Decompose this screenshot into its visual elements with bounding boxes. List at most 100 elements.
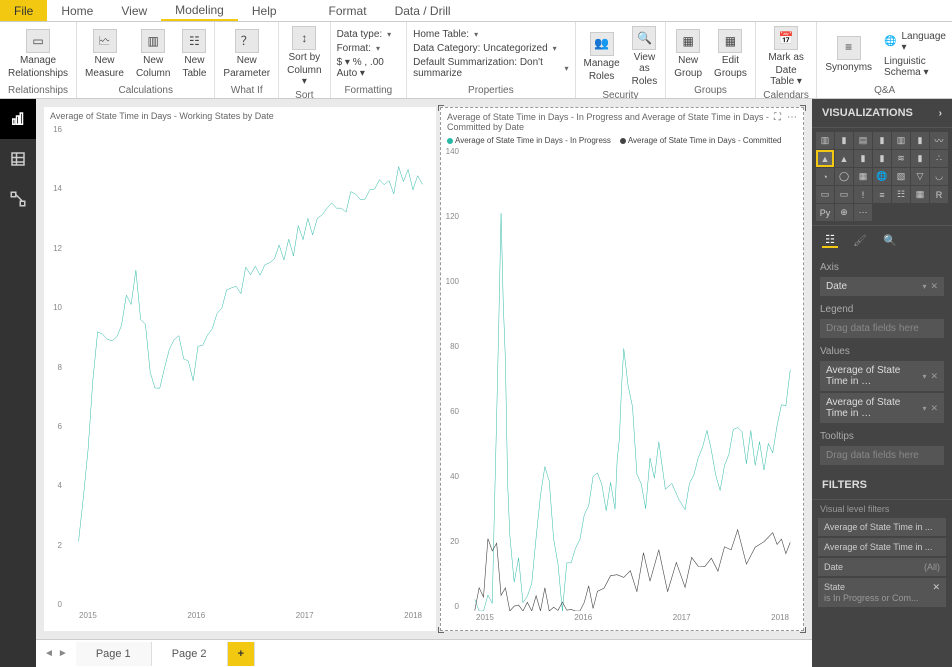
- viz-ribbon[interactable]: ≋: [892, 150, 910, 167]
- remove-icon[interactable]: ✕: [930, 403, 938, 413]
- chart-in-progress-committed[interactable]: Average of State Time in Days - In Progr…: [440, 107, 804, 631]
- new-column-button[interactable]: ▥NewColumn: [134, 27, 172, 81]
- viz-gauge[interactable]: ◡: [930, 168, 948, 185]
- menu-file[interactable]: File: [0, 0, 47, 21]
- viz-pie[interactable]: ◔: [816, 168, 834, 185]
- axis-field[interactable]: Date ▾✕: [820, 277, 944, 296]
- format-dropdown[interactable]: Format:: [337, 43, 401, 54]
- viz-scatter[interactable]: ∴: [930, 150, 948, 167]
- viz-stacked-column[interactable]: ▮: [835, 132, 853, 149]
- filter-item[interactable]: Date(All): [818, 558, 946, 576]
- data-type-dropdown[interactable]: Data type:: [337, 29, 401, 40]
- viz-clustered-bar[interactable]: ▤: [854, 132, 872, 149]
- viz-arcgis[interactable]: ⊕: [835, 204, 853, 221]
- nav-data[interactable]: [0, 139, 36, 179]
- analytics-tab-icon[interactable]: 🔍: [882, 232, 898, 248]
- viz-matrix[interactable]: ▦: [911, 186, 929, 203]
- remove-icon[interactable]: ✕: [930, 281, 938, 291]
- y-axis: 140120100806040200: [443, 147, 463, 611]
- remove-filter-icon[interactable]: ✕: [932, 582, 940, 593]
- menu-view[interactable]: View: [107, 0, 161, 21]
- viz-line-stacked[interactable]: ▮: [854, 150, 872, 167]
- synonyms-button[interactable]: ≡Synonyms: [823, 34, 874, 75]
- viz-python[interactable]: Py: [816, 204, 834, 221]
- values-field-1[interactable]: Average of State Time in … ▾✕: [820, 361, 944, 391]
- page-tab-2[interactable]: Page 2: [152, 642, 228, 666]
- format-tools[interactable]: $ ▾ % , .00 Auto ▾: [337, 57, 401, 79]
- menu-home[interactable]: Home: [47, 0, 107, 21]
- remove-icon[interactable]: ✕: [930, 371, 938, 381]
- viz-clustered-column[interactable]: ▮: [873, 132, 891, 149]
- new-table-button[interactable]: ☷NewTable: [180, 27, 208, 81]
- menu-modeling[interactable]: Modeling: [161, 0, 238, 21]
- viz-card[interactable]: ▭: [816, 186, 834, 203]
- viz-map[interactable]: 🌐: [873, 168, 891, 185]
- nav-report[interactable]: [0, 99, 36, 139]
- focus-mode-icon[interactable]: ⛶: [774, 112, 781, 132]
- chevron-down-icon[interactable]: ▾: [922, 404, 926, 413]
- viz-100-bar[interactable]: ▥: [892, 132, 910, 149]
- menu-data-drill[interactable]: Data / Drill: [381, 0, 465, 21]
- viz-slicer[interactable]: ≡: [873, 186, 891, 203]
- viz-waterfall[interactable]: ▮: [911, 150, 929, 167]
- chevron-down-icon[interactable]: ▾: [922, 282, 926, 291]
- viz-kpi[interactable]: !: [854, 186, 872, 203]
- new-measure-button[interactable]: 🗠NewMeasure: [83, 27, 126, 81]
- format-tab-icon[interactable]: 🖌: [852, 232, 868, 248]
- page-tabs: ◄ ► Page 1 Page 2 +: [36, 639, 812, 667]
- chart-working-states[interactable]: Average of State Time in Days - Working …: [44, 107, 436, 631]
- y-axis: 1614121086420: [46, 125, 66, 609]
- view-as-roles-button[interactable]: 🔍View asRoles: [630, 24, 660, 89]
- values-field-2[interactable]: Average of State Time in … ▾✕: [820, 393, 944, 423]
- data-category-dropdown[interactable]: Data Category: Uncategorized: [413, 43, 568, 54]
- viz-table[interactable]: ☷: [892, 186, 910, 203]
- resize-handle[interactable]: [800, 105, 806, 111]
- menu-help[interactable]: Help: [238, 0, 291, 21]
- parameter-icon: ？: [235, 29, 259, 53]
- more-options-icon[interactable]: ⋯: [787, 112, 797, 132]
- viz-multi-card[interactable]: ▭: [835, 186, 853, 203]
- home-table-dropdown[interactable]: Home Table:: [413, 29, 568, 40]
- chevron-down-icon[interactable]: ▾: [922, 372, 926, 381]
- values-label: Values: [820, 340, 944, 361]
- legend-well[interactable]: Drag data fields here: [820, 319, 944, 338]
- language-dropdown[interactable]: 🌐 Language ▾: [884, 31, 946, 53]
- default-summarization-dropdown[interactable]: Default Summarization: Don't summarize: [413, 57, 568, 79]
- sort-by-column-button[interactable]: ↕Sort byColumn ▾: [285, 24, 323, 89]
- new-group-button[interactable]: ▦NewGroup: [672, 27, 704, 81]
- mark-date-table-button[interactable]: 📅Mark asDate Table ▾: [762, 24, 811, 89]
- viz-stacked-bar[interactable]: ▥: [816, 132, 834, 149]
- linguistic-schema-dropdown[interactable]: Linguistic Schema ▾: [884, 56, 946, 78]
- page-tab-1[interactable]: Page 1: [76, 642, 152, 666]
- page-prev-icon[interactable]: ◄: [44, 648, 54, 659]
- viz-area[interactable]: ▲: [816, 150, 834, 167]
- fields-tab-icon[interactable]: ☷: [822, 232, 838, 248]
- viz-donut[interactable]: ◯: [835, 168, 853, 185]
- filter-item[interactable]: Average of State Time in ...: [818, 518, 946, 536]
- viz-line[interactable]: 〰: [930, 132, 948, 149]
- viz-r[interactable]: R: [930, 186, 948, 203]
- viz-funnel[interactable]: ▽: [911, 168, 929, 185]
- viz-100-column[interactable]: ▮: [911, 132, 929, 149]
- viz-line-clustered[interactable]: ▮: [873, 150, 891, 167]
- viz-stacked-area[interactable]: ▲: [835, 150, 853, 167]
- viz-treemap[interactable]: ▦: [854, 168, 872, 185]
- viz-pane-header[interactable]: VISUALIZATIONS ›: [812, 99, 952, 128]
- menu-format[interactable]: Format: [315, 0, 381, 21]
- manage-roles-button[interactable]: 👥ManageRoles: [582, 30, 622, 84]
- tooltips-well[interactable]: Drag data fields here: [820, 446, 944, 465]
- new-parameter-button[interactable]: ？NewParameter: [221, 27, 272, 81]
- add-page-button[interactable]: +: [228, 642, 255, 666]
- globe-icon: 🌐: [884, 36, 896, 47]
- page-next-icon[interactable]: ►: [58, 648, 68, 659]
- edit-groups-button[interactable]: ▦EditGroups: [712, 27, 749, 81]
- viz-import[interactable]: ⋯: [854, 204, 872, 221]
- filters-pane-header[interactable]: FILTERS: [812, 471, 952, 500]
- filter-item-state[interactable]: State ✕ is In Progress or Com...: [818, 578, 946, 607]
- nav-model[interactable]: [0, 179, 36, 219]
- axis-label: Axis: [820, 256, 944, 277]
- manage-relationships-button[interactable]: ▭ Manage Relationships: [6, 27, 70, 81]
- viz-filled-map[interactable]: ▧: [892, 168, 910, 185]
- resize-handle[interactable]: [438, 105, 444, 111]
- filter-item[interactable]: Average of State Time in ...: [818, 538, 946, 556]
